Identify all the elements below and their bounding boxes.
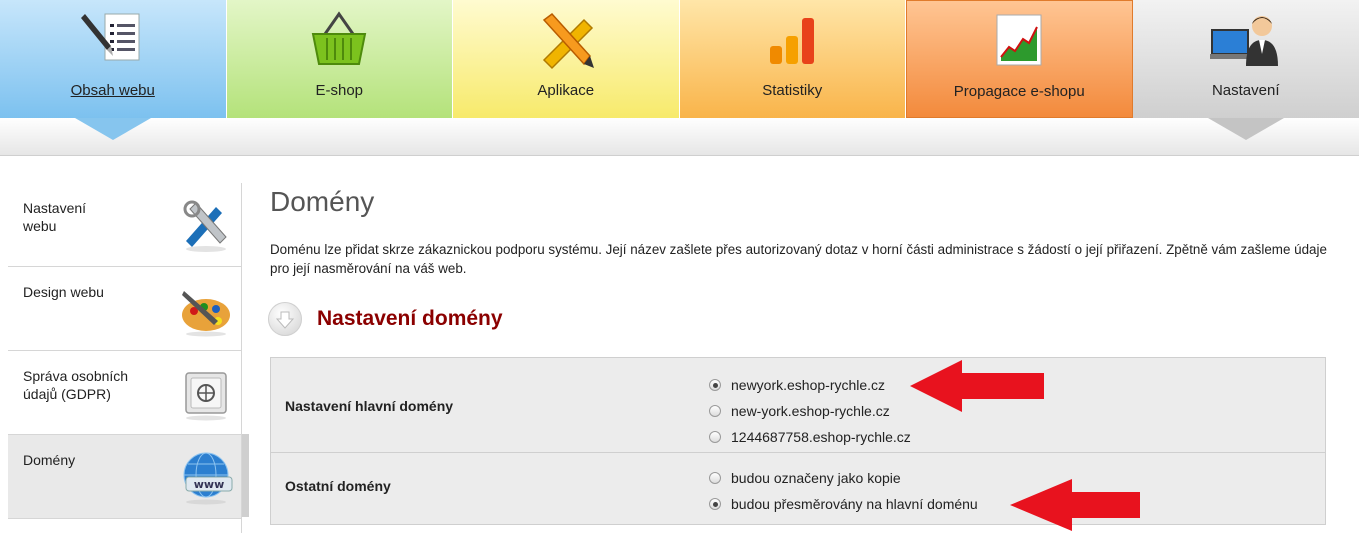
page-description: Doménu lze přidat skrze zákaznickou podp… [270, 242, 1327, 276]
radio-option[interactable]: new-york.eshop-rychle.cz [709, 398, 911, 424]
sidebar-item-label: Design webu [23, 284, 104, 300]
radio-option-label: budou přesměrovány na hlavní doménu [731, 496, 978, 512]
tab-nastaveni[interactable]: Nastavení [1132, 0, 1359, 140]
globe-www-icon: www [183, 452, 233, 505]
tab-statistiky[interactable]: Statistiky [679, 0, 906, 118]
tab-label: Propagace e-shopu [953, 83, 1085, 100]
row-label: Ostatní domény [285, 478, 391, 494]
line-chart-icon [996, 14, 1042, 66]
table-row-other-domains: Ostatní domény budou označeny jako kopie… [271, 453, 1325, 524]
bar-chart-icon [770, 18, 815, 64]
radio-option[interactable]: budou označeny jako kopie [709, 465, 978, 491]
sidebar-item-label: Nastavení webu [23, 200, 87, 234]
tab-aplikace[interactable]: Aplikace [453, 0, 680, 118]
radio-option-label: new-york.eshop-rychle.cz [731, 403, 890, 419]
radio-option-label: 1244687758.eshop-rychle.cz [731, 429, 911, 445]
sidebar-item-label: Domény [23, 452, 76, 468]
annotation-arrow-icon [1010, 479, 1140, 531]
tab-label: E-shop [315, 82, 364, 99]
radio-option-label: budou označeny jako kopie [731, 470, 901, 486]
down-arrow-icon [275, 311, 295, 329]
tab-label: Aplikace [537, 82, 595, 99]
radio-button-selected[interactable] [709, 498, 721, 510]
sidebar-item-domeny[interactable]: Domény www [8, 435, 242, 519]
tab-obsah-webu[interactable]: Obsah webu [0, 0, 227, 140]
sidebar: Nastavení webu Design webu Správa osobní… [8, 183, 242, 519]
radio-option[interactable]: newyork.eshop-rychle.cz [709, 372, 911, 398]
active-tab-arrow [74, 118, 151, 140]
tools-icon [183, 200, 227, 252]
tab-e-shop[interactable]: E-shop [226, 0, 453, 118]
tab-label: Obsah webu [70, 82, 155, 99]
section-title: Nastavení domény [317, 307, 503, 330]
radio-button[interactable] [709, 472, 721, 484]
annotation-arrow-icon [910, 360, 1044, 412]
radio-option[interactable]: 1244687758.eshop-rychle.cz [709, 424, 911, 450]
tab-label: Statistiky [762, 82, 823, 99]
row-label: Nastavení hlavní domény [285, 398, 454, 414]
tab-label: Nastavení [1211, 82, 1280, 99]
collapse-toggle-button[interactable] [268, 302, 302, 336]
topnav-background [0, 118, 1359, 156]
sidebar-item-design-webu[interactable]: Design webu [8, 267, 242, 351]
radio-option[interactable]: budou přesměrovány na hlavní doménu [709, 491, 978, 517]
safe-icon [185, 372, 227, 421]
sidebar-item-nastaveni-webu[interactable]: Nastavení webu [8, 183, 242, 267]
radio-button[interactable] [709, 431, 721, 443]
main-domain-radio-group: newyork.eshop-rychle.cz new-york.eshop-r… [709, 372, 911, 450]
tab-propagace-e-shopu[interactable]: Propagace e-shopu [906, 0, 1133, 118]
tab-arrow [1207, 118, 1284, 140]
palette-icon [182, 291, 230, 337]
radio-option-label: newyork.eshop-rychle.cz [731, 377, 886, 393]
basket-icon [312, 11, 367, 65]
svg-text:www: www [194, 478, 225, 491]
sidebar-active-indicator [242, 434, 249, 517]
page-title: Domény [270, 186, 375, 217]
top-navigation: Obsah webu E-shop Aplikace Statistiky Pr… [0, 0, 1359, 140]
table-row-main-domain: Nastavení hlavní domény newyork.eshop-ry… [271, 358, 1325, 453]
other-domains-radio-group: budou označeny jako kopie budou přesměro… [709, 465, 978, 517]
document-pen-icon [80, 13, 140, 61]
radio-button-selected[interactable] [709, 379, 721, 391]
domain-settings-table: Nastavení hlavní domény newyork.eshop-ry… [270, 357, 1326, 525]
radio-button[interactable] [709, 405, 721, 417]
user-computer-icon [1209, 16, 1278, 66]
sidebar-item-label: Správa osobních údajů (GDPR) [23, 368, 129, 402]
pencil-ruler-icon [542, 12, 594, 70]
sidebar-item-gdpr[interactable]: Správa osobních údajů (GDPR) [8, 351, 242, 435]
